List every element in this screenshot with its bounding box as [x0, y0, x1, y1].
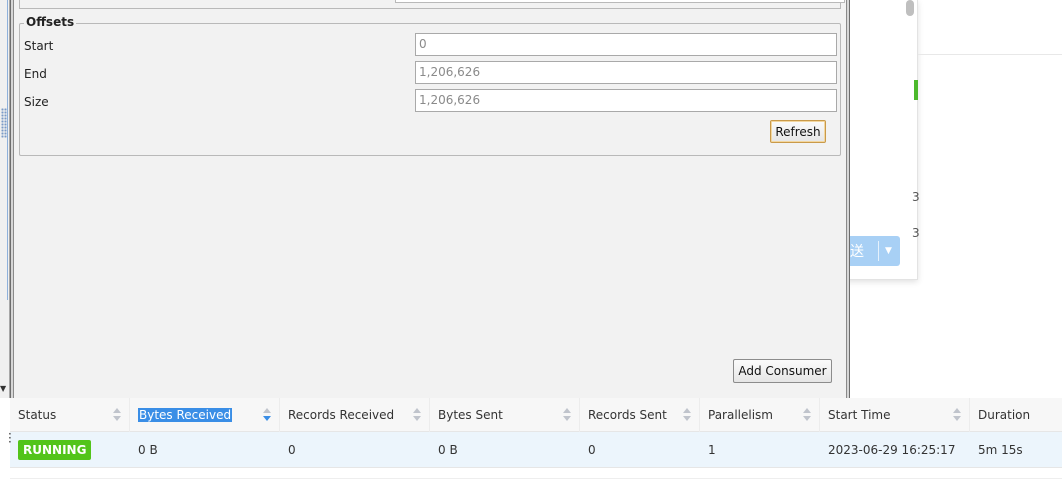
column-header-label: Bytes Received	[138, 408, 233, 422]
start-field[interactable]: 0	[415, 33, 837, 56]
column-header-label: Records Received	[288, 408, 395, 422]
column-header-status[interactable]: Status	[10, 398, 130, 432]
sort-descending-icon[interactable]	[263, 408, 271, 422]
column-header-label: Duration	[978, 408, 1031, 422]
background-number: 3	[912, 226, 920, 240]
status-cell: RUNNING	[10, 432, 130, 468]
send-button-divider	[878, 241, 879, 261]
background-divider	[918, 54, 1062, 55]
left-panel-border	[0, 0, 8, 300]
end-label: End	[24, 67, 47, 81]
start-time-cell: 2023-06-29 16:25:17	[828, 443, 956, 457]
previous-groupbox	[19, 0, 845, 9]
column-header-label: Bytes Sent	[438, 408, 503, 422]
column-header-label: Records Sent	[588, 408, 667, 422]
scroll-down-arrow-icon[interactable]: ▼	[0, 384, 6, 393]
records-sent-cell: 0	[588, 443, 596, 457]
table-bottom-border	[10, 478, 1062, 479]
previous-field[interactable]	[395, 0, 845, 3]
background-number: 3	[912, 190, 920, 204]
refresh-button[interactable]: Refresh	[770, 120, 826, 143]
table-row[interactable]: RUNNING 0 B 0 0 B 0 1 2023-06-29 16:25:1…	[10, 432, 1062, 468]
background-status-indicator	[914, 80, 918, 100]
splitter-grip[interactable]	[1, 108, 7, 138]
column-header-duration[interactable]: Duration	[970, 398, 1062, 432]
column-header-records-received[interactable]: Records Received	[280, 398, 430, 432]
table-header: Status Bytes Received Records Received B…	[10, 398, 1062, 432]
chevron-down-icon[interactable]: ▼	[879, 246, 892, 256]
column-header-parallelism[interactable]: Parallelism	[700, 398, 820, 432]
screen: 3 3 送 ▼ ▼ Offsets Start 0 End 1,206,626 …	[0, 0, 1062, 481]
sort-icon[interactable]	[413, 408, 421, 422]
background-scrollbar[interactable]	[906, 0, 914, 16]
status-badge: RUNNING	[18, 440, 92, 460]
offsets-group-title: Offsets	[24, 15, 77, 29]
offsets-dialog: Offsets Start 0 End 1,206,626 Size 1,206…	[10, 0, 850, 402]
column-header-start-time[interactable]: Start Time	[820, 398, 970, 432]
row-menu-icon[interactable]: · · ·	[8, 428, 12, 448]
left-panel-edge: ▼	[0, 0, 10, 398]
size-label: Size	[24, 95, 49, 109]
duration-cell: 5m 15s	[978, 443, 1023, 457]
column-header-bytes-received[interactable]: Bytes Received	[130, 398, 280, 432]
parallelism-cell: 1	[708, 443, 716, 457]
end-field[interactable]: 1,206,626	[415, 61, 837, 84]
column-header-bytes-sent[interactable]: Bytes Sent	[430, 398, 580, 432]
column-header-label: Start Time	[828, 408, 891, 422]
start-label: Start	[24, 39, 54, 53]
bytes-received-cell: 0 B	[138, 443, 158, 457]
bytes-sent-cell: 0 B	[438, 443, 458, 457]
jobs-table: Status Bytes Received Records Received B…	[0, 398, 1062, 481]
sort-icon[interactable]	[803, 408, 811, 422]
sort-icon[interactable]	[563, 408, 571, 422]
size-field[interactable]: 1,206,626	[415, 89, 837, 112]
column-header-records-sent[interactable]: Records Sent	[580, 398, 700, 432]
column-header-label: Parallelism	[708, 408, 773, 422]
sort-icon[interactable]	[953, 408, 961, 422]
sort-icon[interactable]	[113, 408, 121, 422]
sort-icon[interactable]	[683, 408, 691, 422]
column-header-label: Status	[18, 408, 57, 422]
offsets-groupbox: Offsets Start 0 End 1,206,626 Size 1,206…	[19, 15, 841, 156]
records-received-cell: 0	[288, 443, 296, 457]
add-consumer-button[interactable]: Add Consumer	[733, 359, 832, 383]
